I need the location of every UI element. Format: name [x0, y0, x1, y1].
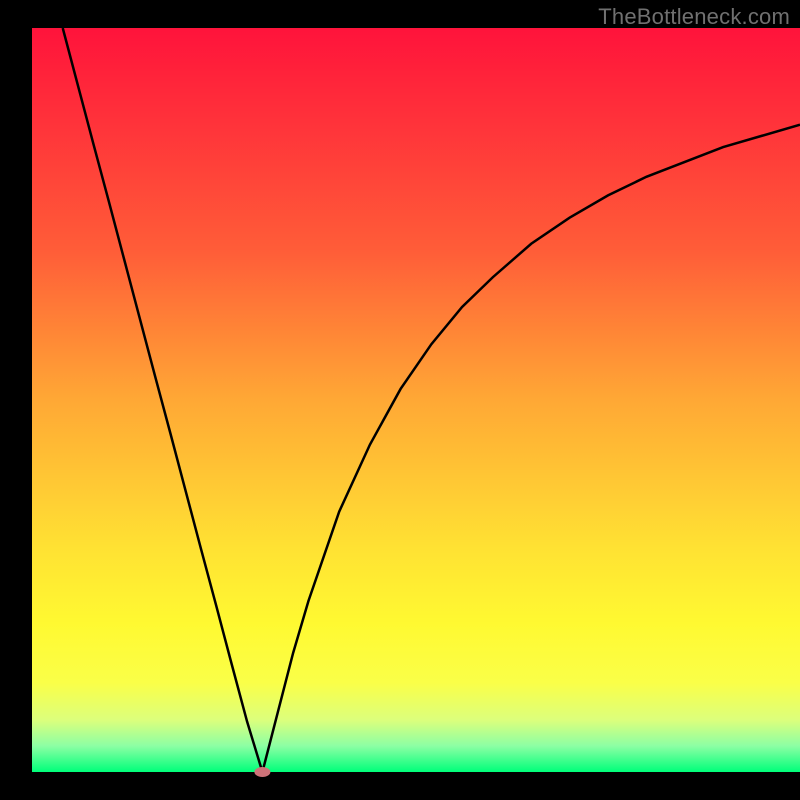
attribution-text: TheBottleneck.com [598, 4, 790, 30]
minimum-marker [254, 767, 270, 777]
chart-svg [0, 0, 800, 800]
chart-container: TheBottleneck.com [0, 0, 800, 800]
plot-area [32, 28, 800, 772]
